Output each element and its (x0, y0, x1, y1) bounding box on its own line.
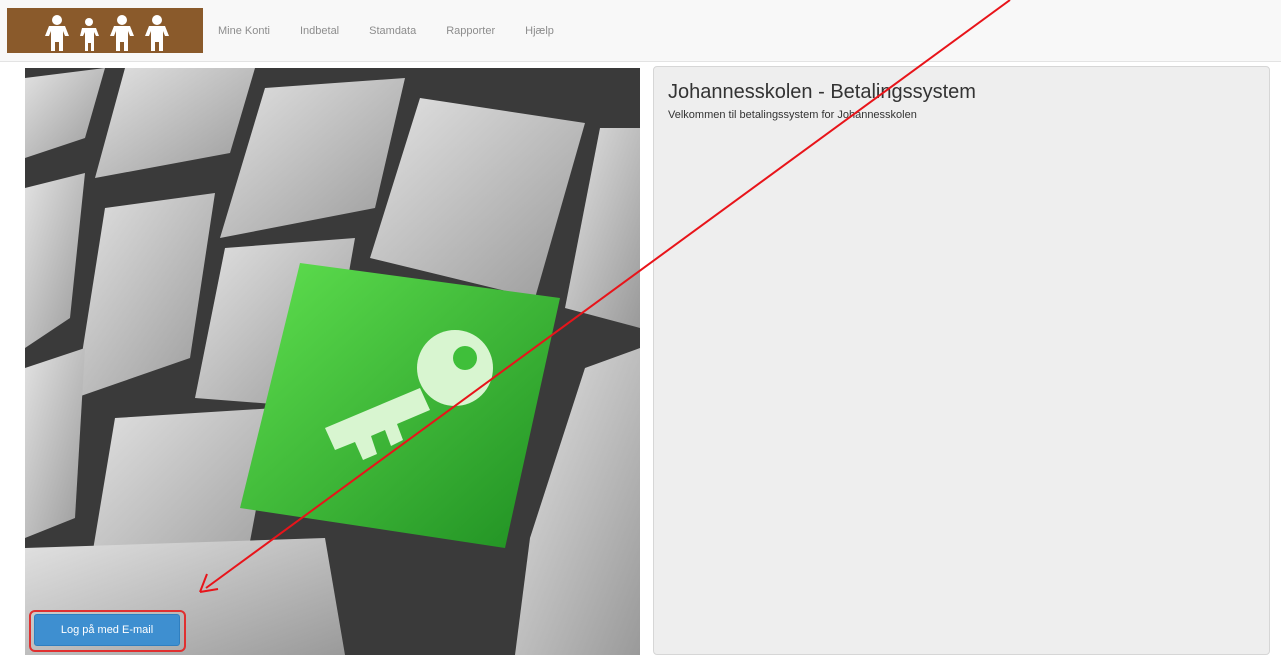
navbar: Mine Konti Indbetal Stamdata Rapporter H… (0, 0, 1281, 62)
nav-link-stamdata[interactable]: Stamdata (369, 25, 416, 37)
page-title: Johannesskolen - Betalingssystem (668, 81, 976, 103)
hero-keyboard-image (25, 68, 640, 655)
nav-link-hjaelp[interactable]: Hjælp (525, 25, 554, 37)
nav-link-rapporter[interactable]: Rapporter (446, 25, 495, 37)
nav-link-mine-konti[interactable]: Mine Konti (218, 25, 270, 37)
login-email-button[interactable]: Log på med E-mail (34, 614, 180, 646)
nav-menu: Mine Konti Indbetal Stamdata Rapporter H… (218, 0, 584, 62)
nav-link-indbetal[interactable]: Indbetal (300, 25, 339, 37)
family-logo-icon[interactable] (7, 8, 203, 53)
content-panel: Johannesskolen - Betalingssystem Velkomm… (653, 66, 1270, 655)
welcome-text: Velkommen til betalingssystem for Johann… (668, 109, 917, 121)
